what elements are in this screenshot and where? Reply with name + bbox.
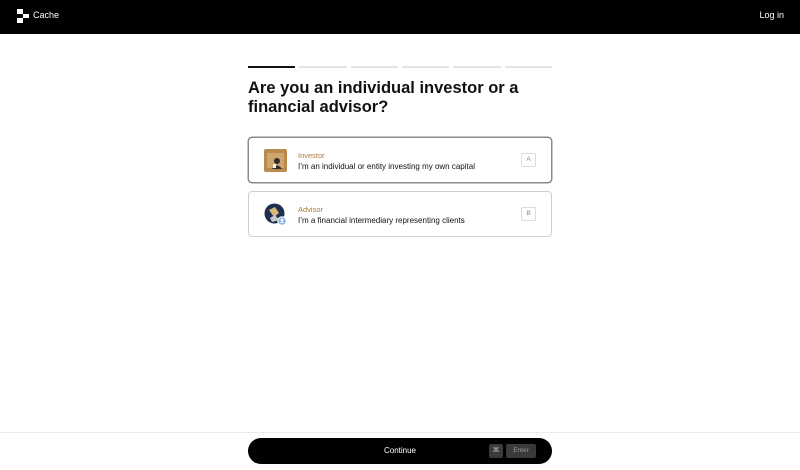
option-advisor[interactable]: Advisor I’m a financial intermediary rep… xyxy=(248,191,552,237)
brand-name[interactable]: Cache xyxy=(33,10,59,20)
option-investor[interactable]: Investor I’m an individual or entity inv… xyxy=(248,137,552,183)
progress-segment xyxy=(401,66,450,68)
progress-segment xyxy=(350,66,398,68)
shortcut-key-badge: B xyxy=(521,207,536,221)
progress-segment xyxy=(299,66,347,68)
shortcut-key-badge: A xyxy=(521,153,536,167)
cache-logo-icon[interactable] xyxy=(17,9,29,23)
advisor-avatar-icon xyxy=(264,203,287,226)
top-navigation-bar: Cache Log in xyxy=(0,0,800,34)
option-title: Advisor xyxy=(298,205,324,214)
continue-button[interactable]: Continue ⌘ Enter xyxy=(248,438,552,464)
option-description: I’m an individual or entity investing my… xyxy=(298,162,475,171)
command-key-icon: ⌘ xyxy=(489,444,503,458)
investor-avatar-icon xyxy=(264,149,287,172)
option-title: Investor xyxy=(298,151,325,160)
login-link[interactable]: Log in xyxy=(759,10,784,20)
question-title: Are you an individual investor or a fina… xyxy=(248,79,519,116)
enter-key-hint: Enter xyxy=(506,444,536,458)
footer-divider xyxy=(0,432,800,433)
progress-segment xyxy=(453,66,501,68)
progress-segment xyxy=(248,66,296,68)
step-progress-bar xyxy=(248,66,552,68)
option-description: I’m a financial intermediary representin… xyxy=(298,216,465,225)
progress-segment xyxy=(504,66,552,68)
